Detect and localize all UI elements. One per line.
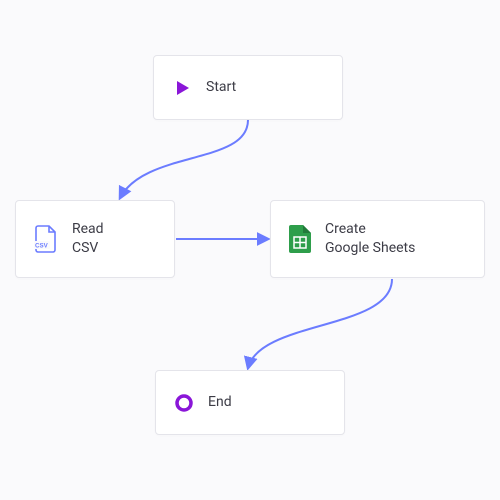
node-label: End	[208, 393, 232, 412]
end-circle-icon	[174, 393, 194, 413]
node-label: Read CSV	[72, 220, 104, 258]
node-end[interactable]: End	[155, 370, 345, 435]
google-sheets-icon	[289, 225, 311, 253]
csv-file-icon: CSV	[34, 225, 58, 253]
svg-text:CSV: CSV	[35, 243, 49, 250]
node-read-csv[interactable]: CSV Read CSV	[15, 200, 175, 278]
edge-sheets-to-end	[248, 279, 392, 368]
play-icon	[172, 78, 192, 98]
node-label: Start	[206, 78, 236, 97]
flow-canvas: Start CSV Read CSV Create Google Sheets	[0, 0, 500, 500]
node-label: Create Google Sheets	[325, 220, 415, 258]
node-start[interactable]: Start	[153, 55, 343, 120]
edge-start-to-csv	[120, 120, 248, 198]
node-create-google-sheets[interactable]: Create Google Sheets	[270, 200, 485, 278]
